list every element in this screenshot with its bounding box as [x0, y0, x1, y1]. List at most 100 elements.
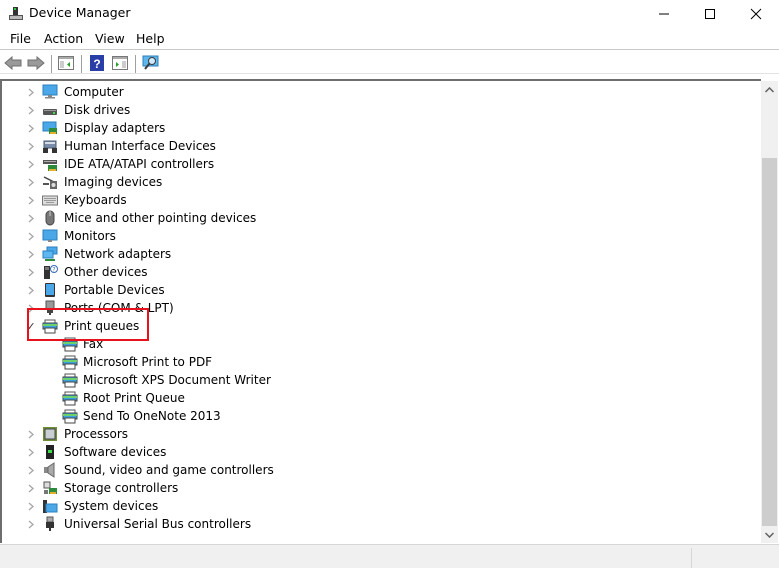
- tree-item[interactable]: Keyboards: [2, 191, 742, 209]
- printer-icon: [62, 355, 78, 370]
- scan-hardware-button[interactable]: [141, 53, 161, 73]
- help-button[interactable]: ?: [87, 53, 107, 73]
- chevron-right-icon[interactable]: [26, 245, 36, 263]
- tree-item-label: System devices: [64, 499, 159, 513]
- tree-item[interactable]: Software devices: [2, 443, 742, 461]
- tree-item-label: Storage controllers: [64, 481, 179, 495]
- menu-file[interactable]: File: [10, 31, 31, 46]
- scan-monitor-icon: [142, 55, 159, 70]
- chevron-right-icon[interactable]: [26, 119, 36, 137]
- tree-item[interactable]: Monitors: [2, 227, 742, 245]
- back-button[interactable]: [3, 53, 23, 73]
- tree-item[interactable]: Sound, video and game controllers: [2, 461, 742, 479]
- chevron-right-icon[interactable]: [26, 515, 36, 533]
- close-icon: [750, 8, 762, 19]
- camera-icon: [43, 176, 57, 189]
- tree-item-label: Print queues: [64, 319, 140, 333]
- minimize-button[interactable]: [641, 0, 687, 27]
- chevron-right-icon[interactable]: [26, 497, 36, 515]
- minimize-icon: [659, 13, 669, 14]
- chevron-up-icon: [765, 86, 774, 93]
- tree-item-label: Universal Serial Bus controllers: [64, 517, 252, 531]
- chevron-right-icon[interactable]: [26, 461, 36, 479]
- maximize-button[interactable]: [687, 0, 733, 27]
- chevron-right-icon[interactable]: [26, 263, 36, 281]
- chevron-right-icon[interactable]: [26, 155, 36, 173]
- software-device-icon: [46, 445, 54, 459]
- tree-item[interactable]: Imaging devices: [2, 173, 742, 191]
- vertical-scrollbar[interactable]: [761, 81, 778, 543]
- scroll-up-button[interactable]: [761, 81, 778, 98]
- tree-item[interactable]: Human Interface Devices: [2, 137, 742, 155]
- tree-item[interactable]: Universal Serial Bus controllers: [2, 515, 742, 533]
- tree-item[interactable]: Disk drives: [2, 101, 742, 119]
- tree-item[interactable]: Computer: [2, 83, 742, 101]
- tree-item[interactable]: Network adapters: [2, 245, 742, 263]
- tree-child-label: Root Print Queue: [83, 391, 185, 405]
- tree-item[interactable]: System devices: [2, 497, 742, 515]
- chevron-right-icon[interactable]: [26, 425, 36, 443]
- tree-item[interactable]: Mice and other pointing devices: [2, 209, 742, 227]
- device-tree: Computer Disk drives Display adapters Human…: [0, 79, 761, 543]
- console-tree-button[interactable]: [56, 53, 76, 73]
- printer-icon: [62, 337, 78, 352]
- chevron-right-icon[interactable]: [26, 83, 36, 101]
- action-pane-icon: [112, 56, 128, 70]
- tree-item[interactable]: Storage controllers: [2, 479, 742, 497]
- chevron-right-icon[interactable]: [26, 281, 36, 299]
- chevron-right-icon[interactable]: [26, 137, 36, 155]
- tree-child-item[interactable]: Microsoft XPS Document Writer: [2, 371, 742, 389]
- tree-child-item[interactable]: Fax: [2, 335, 742, 353]
- printer-icon: [42, 319, 58, 334]
- tree-child-item[interactable]: Send To OneNote 2013: [2, 407, 742, 425]
- tree-child-item[interactable]: Microsoft Print to PDF: [2, 353, 742, 371]
- tree-child-label: Microsoft XPS Document Writer: [83, 373, 271, 387]
- expanded-chevron-icon[interactable]: ✓: [26, 317, 36, 335]
- window-title: Device Manager: [29, 5, 131, 20]
- svg-text:?: ?: [93, 57, 100, 71]
- tree-item-label: Mice and other pointing devices: [64, 211, 257, 225]
- tree-item-label: Processors: [64, 427, 129, 441]
- close-button[interactable]: [733, 0, 779, 27]
- tree-item[interactable]: Portable Devices: [2, 281, 742, 299]
- chevron-right-icon[interactable]: [26, 101, 36, 119]
- title-bar: Device Manager: [0, 0, 779, 27]
- tree-child-label: Send To OneNote 2013: [83, 409, 221, 423]
- tree-item[interactable]: Processors: [2, 425, 742, 443]
- tree-item[interactable]: IDE ATA/ATAPI controllers: [2, 155, 742, 173]
- status-bar: [0, 544, 779, 568]
- chevron-right-icon[interactable]: [26, 209, 36, 227]
- menu-help[interactable]: Help: [136, 31, 165, 46]
- action-pane-button[interactable]: [110, 53, 130, 73]
- tree-item-label: Computer: [64, 85, 124, 99]
- chevron-right-icon[interactable]: [26, 299, 36, 317]
- chevron-right-icon[interactable]: [26, 227, 36, 245]
- status-cell: [691, 548, 778, 568]
- toolbar-divider: [51, 55, 52, 73]
- tree-item-label: Human Interface Devices: [64, 139, 216, 153]
- menu-action[interactable]: Action: [44, 31, 83, 46]
- scroll-down-button[interactable]: [761, 526, 778, 543]
- tree-item-label: Disk drives: [64, 103, 131, 117]
- chevron-right-icon[interactable]: [26, 479, 36, 497]
- disk-drive-icon: [43, 109, 57, 115]
- tree-child-item[interactable]: Root Print Queue: [2, 389, 742, 407]
- console-tree-icon: [58, 56, 74, 70]
- tree-item[interactable]: Ports (COM & LPT): [2, 299, 742, 317]
- chevron-right-icon[interactable]: [26, 191, 36, 209]
- maximize-icon: [705, 8, 715, 19]
- scrollbar-thumb[interactable]: [762, 158, 777, 526]
- forward-button[interactable]: [26, 53, 46, 73]
- printer-icon: [62, 391, 78, 406]
- ide-controller-icon: [43, 160, 57, 171]
- tree-item[interactable]: ? Other devices: [2, 263, 742, 281]
- tree-item-label: IDE ATA/ATAPI controllers: [64, 157, 215, 171]
- tree-item[interactable]: Display adapters: [2, 119, 742, 137]
- computer-icon: [42, 84, 58, 99]
- tree-item[interactable]: ✓ Print queues: [2, 317, 742, 335]
- chevron-right-icon[interactable]: [26, 173, 36, 191]
- toolbar-divider: [81, 55, 82, 73]
- menu-view[interactable]: View: [95, 31, 125, 46]
- chevron-right-icon[interactable]: [26, 443, 36, 461]
- system-device-icon: [43, 500, 58, 513]
